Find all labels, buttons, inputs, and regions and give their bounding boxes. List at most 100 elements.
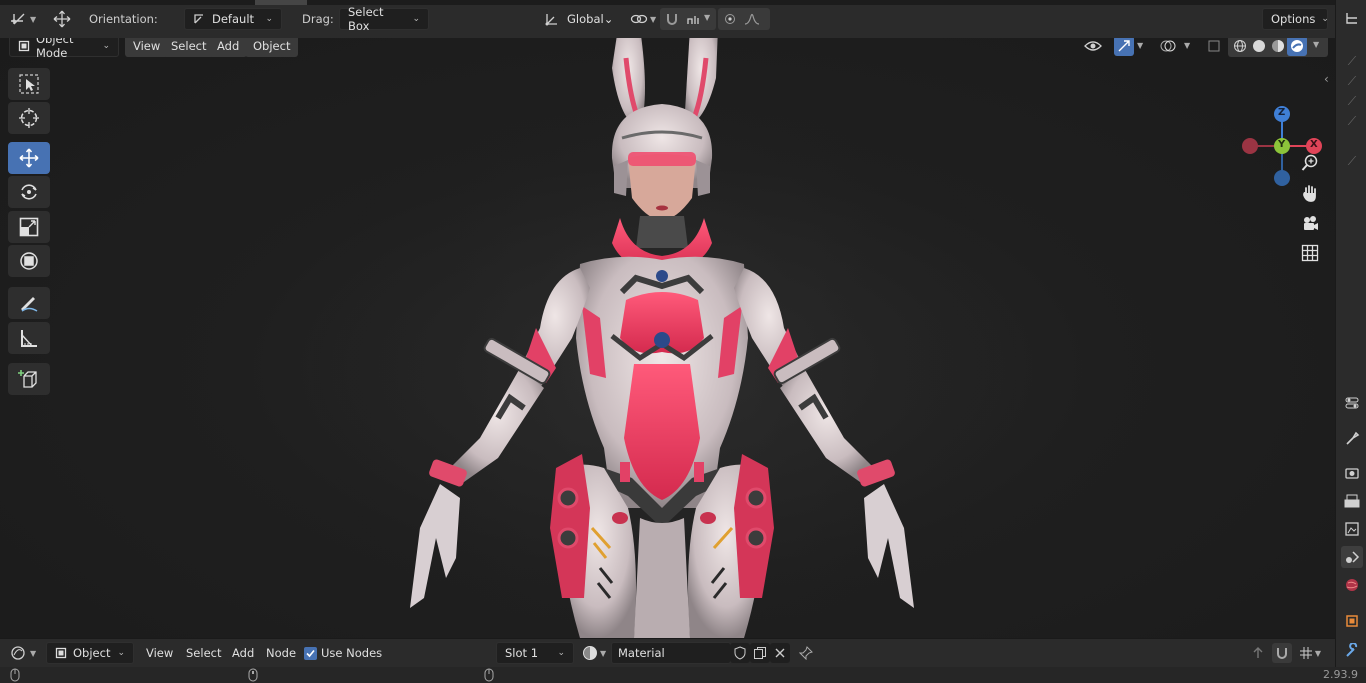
link-icon — [630, 12, 648, 26]
editor-type-button[interactable]: ▼ — [8, 642, 42, 664]
scale-tool[interactable] — [8, 211, 50, 243]
xray-icon[interactable] — [1204, 38, 1224, 56]
material-name-field[interactable]: Material — [611, 642, 731, 664]
chevron-down-icon: ⌄ — [1321, 14, 1329, 24]
version-label: 2.93.9 — [1323, 668, 1358, 681]
mouse-middle-icon — [248, 668, 258, 683]
snapping-group: ▼ — [660, 8, 716, 30]
shader-type-dropdown[interactable]: Object ⌄ — [46, 642, 134, 664]
options-dropdown[interactable]: Options ⌄ — [1262, 8, 1329, 30]
checkmark-icon — [304, 646, 317, 660]
grid-icon[interactable] — [1298, 241, 1322, 265]
tool-properties-icon[interactable] — [1341, 427, 1363, 449]
proportional-editing-group — [718, 8, 770, 30]
mouse-left-icon — [10, 668, 20, 683]
snap-target-icon[interactable] — [684, 9, 704, 29]
unlink-x-icon[interactable] — [770, 643, 790, 663]
3d-viewport[interactable]: Object Mode ⌄ View Select Add Object ▼ ▼… — [0, 38, 1335, 638]
snap-magnet-icon[interactable] — [1272, 643, 1292, 663]
use-nodes-label: Use Nodes — [321, 646, 383, 660]
chevron-down-icon[interactable]: ▼ — [1137, 41, 1143, 50]
editor-type-button[interactable]: ▼ — [6, 8, 40, 30]
object-icon — [55, 647, 67, 659]
cursor-tool[interactable] — [8, 102, 50, 134]
chevron-down-icon[interactable]: ▼ — [1313, 40, 1319, 49]
view-layer-properties-icon[interactable] — [1341, 518, 1363, 540]
menu-object[interactable]: Object — [245, 38, 299, 57]
use-nodes-checkbox[interactable]: Use Nodes — [304, 642, 382, 664]
mouse-right-icon — [484, 668, 494, 683]
transform-tool[interactable] — [8, 245, 50, 277]
mode-dropdown[interactable]: Object Mode ⌄ — [9, 38, 119, 60]
menu-view[interactable]: View — [125, 38, 169, 57]
render-properties-icon[interactable] — [1341, 462, 1363, 484]
magnet-icon[interactable] — [662, 9, 682, 29]
pin-icon[interactable]: ⟋ — [1341, 70, 1363, 92]
duplicate-icon[interactable] — [750, 643, 770, 663]
rendered-shading-icon[interactable] — [1287, 38, 1307, 56]
node-menu-view[interactable]: View — [140, 642, 179, 664]
orientation-dropdown[interactable]: Default ⌄ — [184, 8, 282, 30]
node-menu-select[interactable]: Select — [180, 642, 227, 664]
material-browse-button[interactable]: ▼ — [580, 642, 610, 664]
scene-properties-icon[interactable] — [1341, 546, 1363, 568]
pin-icon[interactable]: ⟋ — [1341, 50, 1363, 72]
pin-icon[interactable]: ⟋ — [1341, 150, 1363, 172]
drag-value: Select Box — [348, 5, 384, 33]
output-properties-icon[interactable] — [1341, 490, 1363, 512]
outliner-icon[interactable] — [1341, 8, 1363, 30]
chevron-down-icon[interactable]: ▼ — [1184, 41, 1190, 50]
global-axis-icon — [544, 11, 560, 27]
sidebar-toggle-icon[interactable]: ‹ — [1324, 72, 1329, 86]
parent-node-tree-icon[interactable] — [1248, 643, 1268, 663]
add-cube-tool[interactable] — [8, 363, 50, 395]
menu-add[interactable]: Add — [209, 38, 248, 57]
select-box-tool[interactable] — [8, 68, 50, 100]
visibility-eye-icon[interactable] — [1078, 38, 1108, 56]
drag-dropdown[interactable]: Select Box ⌄ — [339, 5, 429, 33]
node-menu-node[interactable]: Node — [260, 642, 302, 664]
pivot-point-dropdown[interactable]: ▼ — [626, 8, 658, 30]
annotate-tool[interactable] — [8, 287, 50, 319]
gizmo-x-label: X — [1310, 139, 1318, 150]
transform-orientation-dropdown[interactable]: Global ⌄ — [540, 8, 622, 30]
solid-shading-icon[interactable] — [1249, 38, 1269, 56]
chevron-down-icon: ⌄ — [412, 14, 420, 24]
fake-user-shield-icon[interactable] — [730, 643, 750, 663]
object-mode-icon — [18, 40, 30, 52]
properties-editor-icon[interactable] — [1341, 392, 1363, 414]
workspace-tab-active[interactable] — [255, 0, 307, 5]
object-properties-icon[interactable] — [1341, 610, 1363, 632]
shader-type-value: Object — [73, 646, 111, 660]
move-tool[interactable] — [8, 142, 50, 174]
measure-tool[interactable] — [8, 322, 50, 354]
pin-icon[interactable] — [796, 643, 816, 663]
overlays-icon[interactable] — [1158, 38, 1178, 56]
pin-icon[interactable]: ⟋ — [1341, 110, 1363, 132]
zoom-icon[interactable] — [1298, 151, 1322, 175]
rotate-tool[interactable] — [8, 176, 50, 208]
node-menu-add[interactable]: Add — [226, 642, 260, 664]
chevron-down-icon: ⌄ — [557, 648, 565, 658]
slot-dropdown[interactable]: Slot 1 ⌄ — [496, 642, 574, 664]
falloff-curve-icon[interactable] — [742, 9, 762, 29]
drag-label: Drag: — [302, 12, 334, 26]
proportional-edit-icon[interactable] — [720, 9, 740, 29]
camera-icon[interactable] — [1298, 211, 1322, 235]
shading-group: ▼ — [1228, 38, 1328, 57]
gizmo-z-label: Z — [1278, 107, 1286, 118]
snap-mode-icon[interactable]: ▼ — [1294, 643, 1326, 663]
pin-icon[interactable]: ⟋ — [1341, 90, 1363, 112]
gizmo-y-label: Y — [1278, 139, 1286, 150]
world-properties-icon[interactable] — [1341, 574, 1363, 596]
gizmo-toggle-icon[interactable] — [1114, 38, 1134, 56]
hand-pan-icon[interactable] — [1298, 181, 1322, 205]
material-shading-icon[interactable] — [1268, 38, 1288, 56]
character-model — [305, 38, 1025, 638]
wireframe-shading-icon[interactable] — [1230, 38, 1250, 56]
chevron-down-icon: ⌄ — [117, 648, 125, 658]
move-gizmo-icon[interactable] — [52, 9, 72, 29]
slot-value: Slot 1 — [505, 646, 539, 660]
modifier-properties-icon[interactable] — [1341, 640, 1363, 662]
menu-select[interactable]: Select — [163, 38, 215, 57]
